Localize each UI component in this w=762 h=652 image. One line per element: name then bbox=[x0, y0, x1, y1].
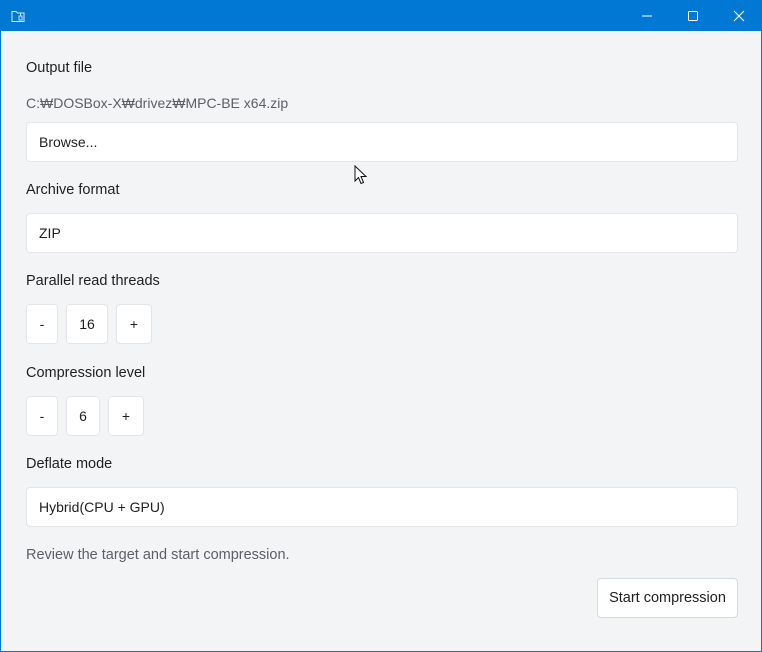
threads-increment-button[interactable]: + bbox=[116, 304, 152, 344]
archive-format-select[interactable]: ZIP bbox=[26, 213, 738, 253]
app-window: Output file C:₩DOSBox-X₩drivez₩MPC-BE x6… bbox=[0, 0, 762, 652]
output-file-label: Output file bbox=[26, 60, 93, 76]
maximize-icon bbox=[687, 10, 699, 22]
browse-button[interactable]: Browse... bbox=[26, 122, 738, 162]
compression-value-text: 6 bbox=[79, 408, 87, 424]
browse-button-label: Browse... bbox=[39, 134, 98, 150]
deflate-mode-label: Deflate mode bbox=[26, 456, 113, 472]
compression-decrement-button[interactable]: - bbox=[26, 396, 58, 436]
compression-increment-label: + bbox=[121, 408, 131, 424]
close-button[interactable] bbox=[716, 1, 762, 31]
minimize-button[interactable] bbox=[624, 1, 670, 31]
compression-value: 6 bbox=[66, 396, 100, 436]
threads-value-text: 16 bbox=[79, 316, 95, 332]
deflate-mode-select[interactable]: Hybrid(CPU + GPU) bbox=[26, 487, 738, 527]
compression-decrement-label: - bbox=[39, 408, 45, 424]
threads-decrement-label: - bbox=[39, 316, 45, 332]
start-compression-label: Start compression bbox=[609, 590, 726, 606]
title-bar[interactable] bbox=[1, 1, 761, 31]
minimize-icon bbox=[641, 10, 653, 22]
threads-decrement-button[interactable]: - bbox=[26, 304, 58, 344]
compression-increment-button[interactable]: + bbox=[108, 396, 144, 436]
parallel-threads-label: Parallel read threads bbox=[26, 273, 160, 289]
threads-value: 16 bbox=[66, 304, 108, 344]
archive-format-label: Archive format bbox=[26, 182, 120, 198]
threads-increment-label: + bbox=[129, 316, 139, 332]
mouse-pointer-icon bbox=[354, 164, 368, 190]
start-compression-button[interactable]: Start compression bbox=[597, 578, 738, 618]
settings-panel: Output file C:₩DOSBox-X₩drivez₩MPC-BE x6… bbox=[1, 31, 761, 651]
deflate-mode-value: Hybrid(CPU + GPU) bbox=[39, 499, 165, 515]
folder-zip-icon bbox=[11, 9, 25, 23]
compression-level-label: Compression level bbox=[26, 365, 146, 381]
archive-format-value: ZIP bbox=[39, 225, 61, 241]
status-message: Review the target and start compression. bbox=[26, 547, 290, 563]
maximize-button[interactable] bbox=[670, 1, 716, 31]
output-file-path: C:₩DOSBox-X₩drivez₩MPC-BE x64.zip bbox=[26, 95, 289, 111]
close-icon bbox=[733, 10, 745, 22]
